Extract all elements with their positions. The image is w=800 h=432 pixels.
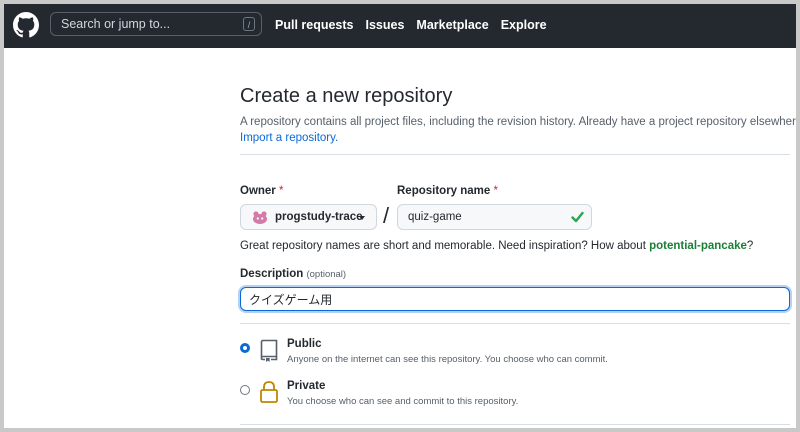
description-input[interactable]: [240, 287, 790, 311]
repo-name-hint: Great repository names are short and mem…: [240, 240, 753, 252]
page-title: Create a new repository: [240, 85, 453, 107]
public-description: Anyone on the internet can see this repo…: [287, 354, 608, 365]
divider: [240, 323, 790, 324]
owner-name: progstudy-trace: [275, 211, 363, 223]
page-subtitle: A repository contains all project files,…: [240, 116, 796, 128]
github-logo-icon[interactable]: [13, 12, 39, 38]
nav-explore[interactable]: Explore: [501, 18, 547, 32]
description-optional: (optional): [306, 269, 347, 280]
name-suggestion[interactable]: potential-pancake: [649, 240, 747, 252]
header-nav: Pull requests Issues Marketplace Explore: [275, 18, 547, 32]
page-header: Create a new repository A repository con…: [240, 84, 796, 146]
private-title: Private: [287, 380, 326, 392]
repo-required-mark: *: [493, 185, 498, 197]
repo-name-input[interactable]: [398, 205, 568, 229]
divider: [240, 424, 790, 425]
import-repository-link[interactable]: Import a repository.: [240, 130, 790, 146]
owner-label-text: Owner: [240, 185, 276, 197]
owner-avatar-icon: [253, 211, 267, 224]
check-icon: [571, 211, 584, 223]
description-label-text: Description: [240, 268, 304, 280]
search-box[interactable]: Search or jump to... /: [50, 12, 262, 36]
caret-down-icon: [359, 216, 365, 220]
hint-suffix: ?: [746, 240, 754, 252]
nav-marketplace[interactable]: Marketplace: [416, 18, 488, 32]
slash-shortcut-key: /: [243, 17, 255, 31]
nav-pull-requests[interactable]: Pull requests: [275, 18, 354, 32]
search-placeholder[interactable]: Search or jump to...: [61, 17, 170, 31]
owner-dropdown-button[interactable]: progstudy-trace: [240, 204, 377, 230]
divider: [240, 154, 790, 155]
owner-required-mark: *: [279, 185, 284, 197]
repo-name-label-text: Repository name: [397, 185, 491, 197]
repo-name-label: Repository name *: [397, 185, 498, 197]
owner-repo-separator: /: [383, 203, 390, 228]
public-radio[interactable]: [240, 343, 250, 353]
private-description: You choose who can see and commit to thi…: [287, 396, 519, 407]
top-navigation-bar: Search or jump to... / Pull requests Iss…: [4, 4, 796, 48]
repo-book-icon: [260, 339, 278, 362]
description-label: Description (optional): [240, 268, 346, 280]
public-title: Public: [287, 338, 322, 350]
browser-frame: Search or jump to... / Pull requests Iss…: [4, 4, 796, 428]
nav-issues[interactable]: Issues: [366, 18, 405, 32]
hint-text: Great repository names are short and mem…: [240, 240, 650, 252]
lock-icon: [260, 381, 278, 403]
private-radio[interactable]: [240, 385, 250, 395]
repo-name-field: [397, 204, 592, 230]
owner-label: Owner *: [240, 185, 283, 197]
